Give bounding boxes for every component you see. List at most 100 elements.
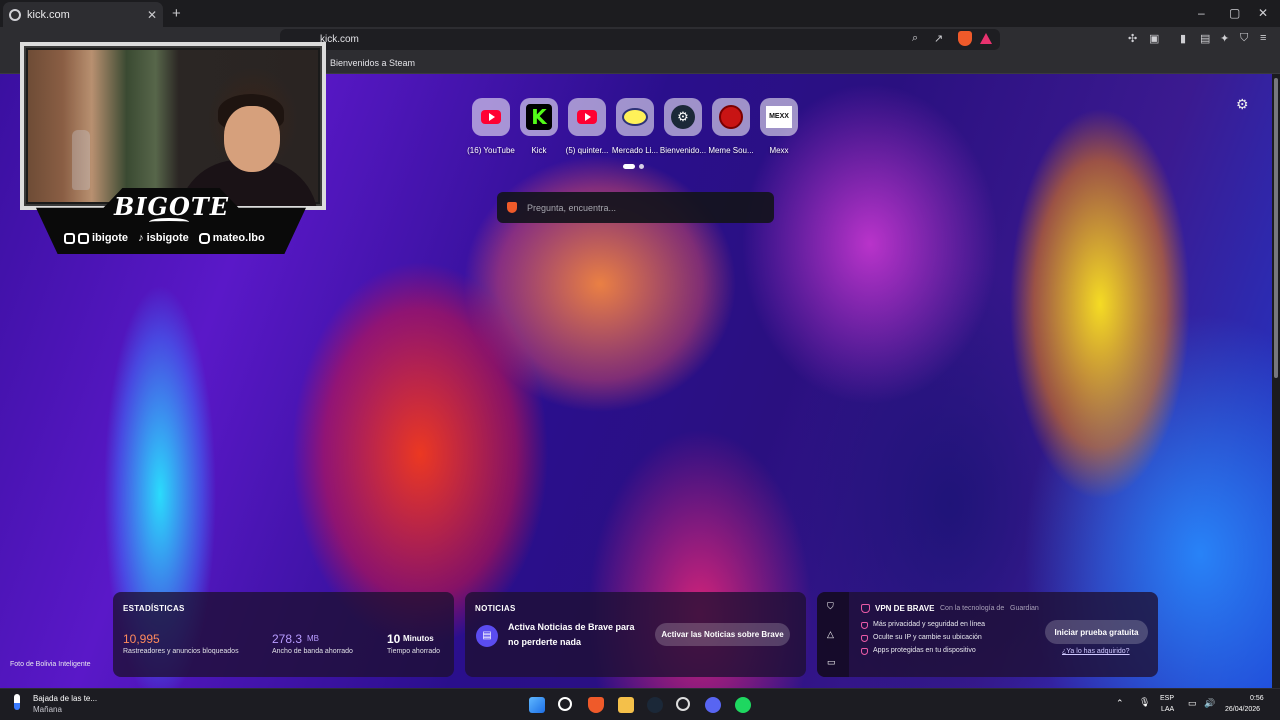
news-message-line1: Activa Noticias de Brave para — [508, 622, 635, 632]
top-site-label: (16) YouTube — [467, 146, 515, 155]
spotify-app-icon[interactable] — [735, 697, 751, 713]
vpn-powered-by: Con la tecnología de — [940, 605, 1005, 612]
discord-app-icon[interactable] — [705, 697, 721, 713]
pager-dot[interactable] — [639, 164, 644, 169]
bandwidth-unit: MB — [307, 634, 319, 643]
menu-icon[interactable]: ≡ — [1260, 32, 1266, 44]
close-window-button[interactable]: ✕ — [1258, 6, 1268, 20]
tab-kick[interactable]: kick.com ✕ — [3, 2, 163, 27]
search-icon[interactable] — [558, 697, 572, 711]
social-handle: isbigote — [146, 232, 189, 244]
stats-title: ESTADÍSTICAS — [123, 604, 185, 613]
kick-icon: K — [526, 104, 552, 130]
vpn-rail-shield-icon[interactable]: ⛉ — [827, 601, 834, 612]
clock-date[interactable]: 26/04/2026 — [1225, 706, 1260, 713]
meme-icon — [719, 105, 743, 129]
tab-title: kick.com — [27, 8, 70, 21]
news-message-line2: no perderte nada — [508, 637, 582, 647]
webcam-frame — [20, 42, 326, 210]
taskbar — [0, 688, 1280, 720]
wallet-icon[interactable]: ▤ — [1200, 32, 1210, 45]
twitch-icon — [64, 232, 75, 244]
start-button[interactable] — [529, 697, 545, 713]
brave-search-icon — [507, 202, 517, 213]
network-icon[interactable]: ▭ — [1188, 698, 1197, 709]
top-site-youtube[interactable]: (16) YouTube — [467, 98, 515, 155]
news-card: NOTICIAS ▤ Activa Noticias de Brave para… — [465, 592, 806, 677]
youtube-icon — [577, 110, 597, 124]
share-icon[interactable]: ↗ — [934, 32, 943, 45]
time-unit: Minutos — [403, 634, 434, 643]
top-site-steam[interactable]: ⚙ Bienvenido... — [659, 98, 707, 155]
search-placeholder: Pregunta, encuentra... — [527, 202, 617, 213]
kick-favicon-icon — [9, 8, 21, 21]
steam-app-icon[interactable] — [647, 697, 663, 713]
leo-ai-icon[interactable]: ✦ — [1220, 32, 1229, 45]
vpn-title: VPN DE BRAVE — [875, 604, 935, 613]
news-icon: ▤ — [476, 625, 498, 647]
tiktok-icon: ♪ — [138, 232, 144, 244]
brave-shields-icon[interactable] — [958, 31, 972, 46]
top-site-label: Bienvenido... — [659, 146, 707, 155]
top-site-tile — [472, 98, 510, 136]
social-handles: ibigote ♪ isbigote mateo.lbo — [64, 232, 265, 244]
sidebar-icon[interactable]: ▮ — [1180, 32, 1186, 45]
new-tab-button[interactable]: + — [172, 5, 181, 22]
microphone-icon[interactable]: 🎙 — [1139, 697, 1150, 708]
address-bar[interactable]: kick.com — [280, 29, 1000, 50]
vpn-trial-button[interactable]: Iniciar prueba gratuita — [1045, 620, 1148, 644]
weather-icon[interactable] — [14, 694, 20, 710]
vpn-feature: Oculte su IP y cambie su ubicación — [873, 634, 982, 641]
obs-app-icon[interactable] — [676, 697, 690, 711]
volume-icon[interactable]: 🔊 — [1204, 698, 1215, 709]
top-site-tile: MEXX — [760, 98, 798, 136]
top-site-tile — [616, 98, 654, 136]
bookmark-steam[interactable]: Bienvenidos a Steam — [330, 58, 415, 68]
bottle — [72, 130, 90, 190]
enable-news-button[interactable]: Activar las Noticias sobre Brave — [655, 623, 790, 646]
brave-rewards-icon[interactable] — [980, 33, 992, 44]
top-site-label: (5) quinter... — [565, 146, 609, 155]
top-site-kick[interactable]: K Kick — [515, 98, 563, 155]
check-shield-icon — [861, 648, 868, 655]
weather-title[interactable]: Bajada de las te... — [33, 694, 97, 703]
pager-dot-active[interactable] — [623, 164, 635, 169]
vpn-rail-rewards-icon[interactable]: △ — [827, 629, 834, 640]
news-title: NOTICIAS — [475, 604, 516, 613]
tab-strip: kick.com ✕ + – ▢ ✕ — [0, 0, 1280, 27]
top-site-label: Mercado Li... — [611, 146, 659, 155]
kick-icon — [78, 232, 89, 244]
brave-app-icon[interactable] — [588, 697, 604, 713]
top-site-tile: ⚙ — [664, 98, 702, 136]
search-box[interactable]: Pregunta, encuentra... — [497, 192, 774, 223]
top-site-mexx[interactable]: MEXX Mexx — [755, 98, 803, 155]
file-explorer-icon[interactable] — [618, 697, 634, 713]
streamer-face — [224, 106, 280, 172]
photo-credit[interactable]: Foto de Bolivia Inteligente — [10, 661, 91, 668]
bandwidth-value: 278.3 — [272, 632, 303, 646]
tab-search-icon[interactable]: ▣ — [1149, 32, 1159, 45]
maximize-button[interactable]: ▢ — [1229, 6, 1240, 20]
minimize-button[interactable]: – — [1198, 6, 1205, 20]
tray-overflow-icon[interactable]: ⌃ — [1116, 698, 1124, 709]
social-handle: mateo.lbo — [212, 232, 265, 244]
top-site-youtube-2[interactable]: (5) quinter... — [563, 98, 611, 155]
zoom-icon[interactable]: ⌕ — [912, 32, 918, 45]
top-site-meme[interactable]: Meme Sou... — [707, 98, 755, 155]
vpn-already-link[interactable]: ¿Ya lo has adquirido? — [1062, 648, 1130, 655]
social-instagram: mateo.lbo — [198, 232, 265, 244]
top-site-mercadolibre[interactable]: Mercado Li... — [611, 98, 659, 155]
social-tiktok: ♪ isbigote — [138, 232, 189, 244]
scrollbar-thumb[interactable] — [1274, 78, 1278, 378]
vpn-rail-talk-icon[interactable]: ▭ — [827, 657, 836, 668]
vpn-rail: ⛉ △ ▭ — [817, 592, 849, 677]
settings-gear-icon[interactable]: ⚙ — [1236, 96, 1249, 113]
extensions-icon[interactable]: ✣ — [1128, 32, 1137, 45]
top-site-label: Kick — [531, 146, 547, 155]
vpn-shield-icon[interactable]: ⛉ — [1240, 32, 1248, 45]
tab-close-icon[interactable]: ✕ — [147, 8, 157, 22]
language-label[interactable]: ESP — [1160, 695, 1174, 702]
clock-time[interactable]: 0:56 — [1250, 695, 1264, 702]
webcam-video — [28, 50, 318, 206]
bandwidth-label: Ancho de banda ahorrado — [272, 648, 353, 655]
